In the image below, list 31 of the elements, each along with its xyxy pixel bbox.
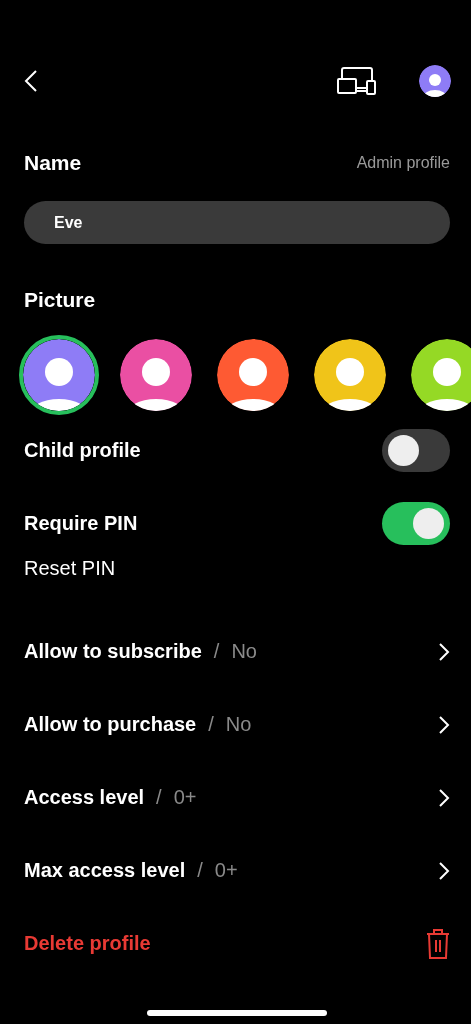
chevron-right-icon[interactable] — [438, 714, 450, 735]
name-field[interactable]: Eve — [24, 201, 450, 244]
setting-value: No — [231, 640, 257, 663]
separator: / — [197, 859, 203, 882]
section-title: Name — [24, 151, 82, 175]
avatar-icon[interactable] — [419, 65, 451, 97]
setting-value: 0+ — [214, 859, 238, 882]
setting-value: No — [225, 713, 252, 736]
toggle-switch[interactable] — [382, 428, 450, 472]
back-button[interactable] — [24, 69, 38, 93]
chevron-right-icon[interactable] — [438, 641, 450, 662]
separator: / — [213, 640, 220, 663]
setting-label[interactable]: Access level — [24, 786, 145, 809]
setting-label: Child profile — [24, 438, 141, 462]
setting-label[interactable]: Allow to subscribe — [24, 640, 202, 663]
chevron-right-icon[interactable] — [438, 787, 450, 808]
trash-icon[interactable] — [426, 927, 450, 960]
separator: / — [208, 713, 214, 736]
avatar-option[interactable] — [19, 335, 99, 415]
devices-icon[interactable] — [337, 67, 377, 95]
profile-type-label: Admin profile — [356, 154, 450, 172]
reset-pin-link[interactable]: Reset PIN — [24, 557, 116, 580]
delete-profile-button[interactable]: Delete profile — [24, 932, 151, 955]
separator: / — [156, 786, 162, 809]
setting-label[interactable]: Allow to purchase — [24, 713, 197, 736]
setting-value: 0+ — [173, 786, 197, 809]
chevron-right-icon[interactable] — [438, 860, 450, 881]
setting-label: Require PIN — [24, 511, 138, 535]
toggle-switch[interactable] — [382, 501, 450, 545]
section-title: Picture — [24, 288, 97, 312]
setting-label[interactable]: Max access level — [24, 859, 186, 882]
